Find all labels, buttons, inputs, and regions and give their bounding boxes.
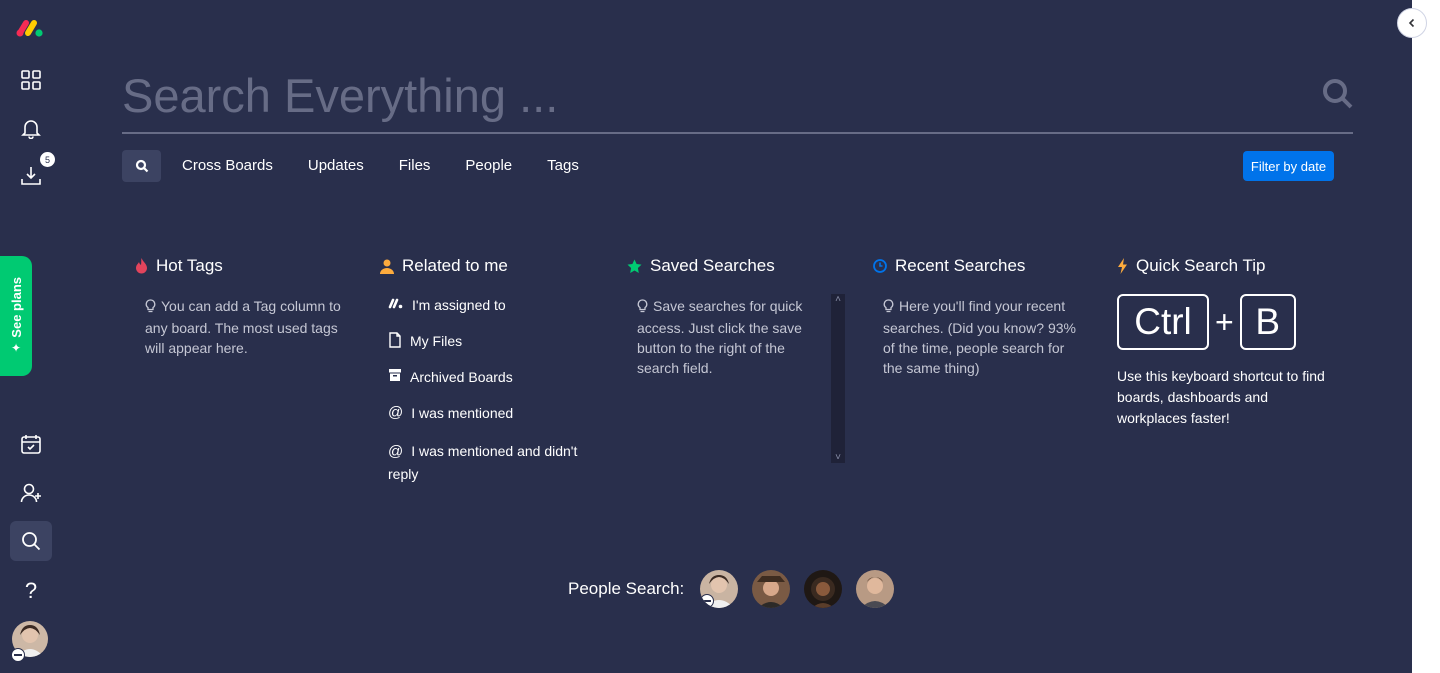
related-item-label: My Files — [410, 333, 463, 349]
tab-files[interactable]: Files — [399, 157, 431, 174]
lightbulb-icon — [637, 298, 648, 318]
recent-searches-section: Recent Searches Here you'll find your re… — [873, 256, 1083, 378]
tab-updates[interactable]: Updates — [308, 157, 364, 174]
hot-tags-title: Hot Tags — [156, 256, 223, 275]
search-icon[interactable] — [10, 521, 52, 561]
hot-tags-hint: You can add a Tag column to any board. T… — [145, 298, 341, 356]
quick-search-tip-title: Quick Search Tip — [1136, 256, 1266, 275]
see-plans-button[interactable]: See plans ✦ — [0, 256, 32, 376]
lightbulb-icon — [883, 298, 894, 318]
person-avatar[interactable] — [804, 570, 843, 608]
related-item-mentioned[interactable]: @ I was mentioned — [388, 404, 590, 440]
question-icon[interactable]: ? — [10, 571, 52, 611]
see-plans-label: See plans — [8, 276, 24, 338]
at-icon: @ — [388, 443, 404, 460]
scroll-up-icon[interactable]: ˄ — [835, 294, 841, 305]
lightbulb-icon — [145, 298, 156, 318]
search-tabs: Cross Boards Updates Files People Tags — [182, 157, 579, 174]
person-avatar[interactable] — [700, 570, 739, 608]
inbox-download-icon[interactable]: 5 — [10, 152, 55, 196]
tab-tags[interactable]: Tags — [547, 157, 579, 174]
archive-icon — [388, 368, 402, 386]
related-item-assigned[interactable]: I'm assigned to — [388, 296, 590, 332]
quick-search-tip-section: Quick Search Tip Ctrl + B Use this keybo… — [1117, 256, 1357, 429]
file-icon — [388, 332, 402, 352]
saved-searches-scrollbar[interactable]: ˄ ˅ — [831, 294, 845, 463]
chevron-left-icon[interactable] — [1397, 8, 1427, 38]
person-avatar[interactable] — [856, 570, 895, 608]
search-underline — [122, 132, 1353, 134]
person-avatar[interactable] — [752, 570, 791, 608]
at-icon: @ — [388, 404, 404, 421]
related-item-label: Archived Boards — [410, 369, 513, 385]
lightning-icon — [1118, 258, 1127, 274]
related-item-archived-boards[interactable]: Archived Boards — [388, 368, 590, 404]
people-search: People Search: — [568, 570, 895, 608]
grid-icon[interactable] — [10, 60, 52, 100]
hot-tags-section: Hot Tags You can add a Tag column to any… — [135, 256, 345, 358]
star-icon — [627, 259, 642, 273]
all-search-chip[interactable] — [122, 150, 161, 182]
scroll-down-icon[interactable]: ˅ — [835, 452, 841, 463]
b-key: B — [1239, 294, 1296, 350]
app-window: 5 See plans ✦ ? Search Everything ... Cr… — [0, 0, 1412, 673]
related-item-mentioned-no-reply[interactable]: @ I was mentioned and didn't reply — [388, 440, 590, 486]
filter-by-date-button[interactable]: Filter by date — [1243, 151, 1334, 181]
recent-searches-hint: Here you'll find your recent searches. (… — [883, 298, 1076, 376]
fire-icon — [136, 258, 147, 274]
saved-searches-hint: Save searches for quick access. Just cli… — [637, 298, 803, 376]
monday-logo[interactable] — [10, 8, 52, 48]
bell-icon[interactable] — [10, 108, 52, 148]
tab-cross-boards[interactable]: Cross Boards — [182, 157, 273, 174]
minus-circle-icon — [11, 648, 25, 662]
search-magnifier-icon[interactable] — [1320, 76, 1356, 117]
plus-sign: + — [1215, 303, 1234, 340]
monday-logo-icon — [388, 296, 404, 314]
saved-searches-title: Saved Searches — [650, 256, 775, 275]
related-title: Related to me — [402, 256, 508, 275]
related-item-my-files[interactable]: My Files — [388, 332, 590, 368]
person-icon — [380, 259, 394, 274]
side-panel-edge — [1412, 0, 1440, 673]
add-user-icon[interactable] — [10, 473, 52, 513]
saved-searches-section: Saved Searches Save searches for quick a… — [627, 256, 822, 378]
sparkle-icon: ✦ — [10, 341, 22, 356]
clock-icon — [873, 259, 887, 273]
related-item-label: I was mentioned and didn't reply — [388, 443, 578, 482]
search-input[interactable]: Search Everything ... — [122, 68, 558, 123]
related-item-label: I'm assigned to — [412, 297, 506, 313]
people-search-label: People Search: — [568, 579, 685, 598]
quick-search-tip-text: Use this keyboard shortcut to find board… — [1117, 368, 1325, 426]
related-section: Related to me I'm assigned to My Files A… — [380, 256, 590, 486]
ctrl-key: Ctrl — [1117, 294, 1209, 350]
related-item-label: I was mentioned — [411, 405, 514, 421]
tab-people[interactable]: People — [465, 157, 512, 174]
inbox-badge: 5 — [40, 152, 55, 167]
recent-searches-title: Recent Searches — [895, 256, 1026, 275]
calendar-check-icon[interactable] — [10, 424, 52, 464]
